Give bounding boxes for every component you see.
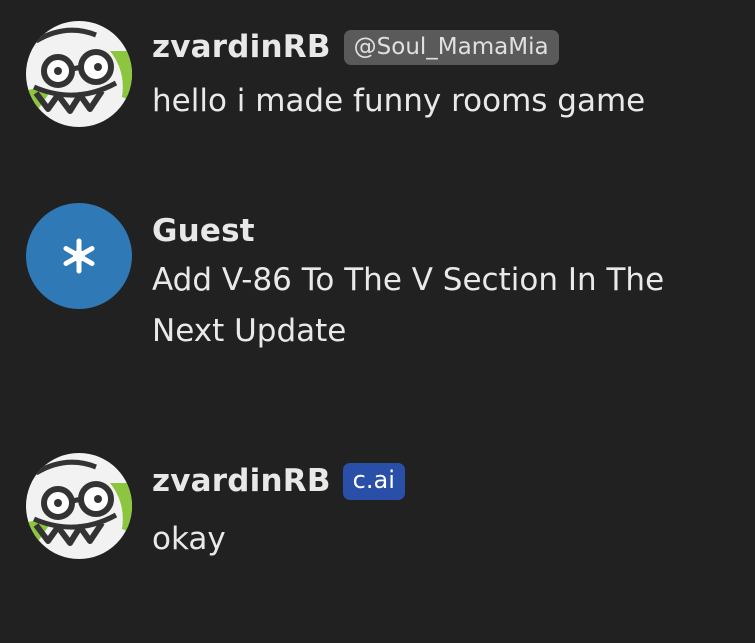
- chat-message: Guest Add V-86 To The V Section In The N…: [0, 180, 755, 430]
- author-name[interactable]: zvardinRB: [152, 29, 331, 65]
- goggle-monster-icon: [26, 453, 132, 559]
- goggle-monster-icon: [26, 21, 132, 127]
- chat-message: zvardinRB @Soul_MamaMia hello i made fun…: [0, 0, 755, 180]
- character-avatar[interactable]: [26, 453, 132, 559]
- message-header: zvardinRB @Soul_MamaMia: [152, 24, 559, 70]
- message-header: zvardinRB c.ai: [152, 458, 405, 504]
- chat-thread: zvardinRB @Soul_MamaMia hello i made fun…: [0, 0, 755, 643]
- chat-message: zvardinRB c.ai okay: [0, 430, 755, 643]
- author-name[interactable]: Guest: [152, 213, 255, 249]
- message-header: Guest: [152, 209, 255, 253]
- creator-handle-badge[interactable]: @Soul_MamaMia: [343, 29, 559, 65]
- character-avatar[interactable]: [26, 21, 132, 127]
- asterisk-icon: [63, 238, 95, 274]
- author-name[interactable]: zvardinRB: [152, 463, 331, 499]
- message-text: hello i made funny rooms game: [152, 83, 646, 119]
- guest-avatar[interactable]: [26, 203, 132, 309]
- message-text: okay: [152, 521, 226, 557]
- cai-badge: c.ai: [342, 462, 405, 500]
- message-text: Add V-86 To The V Section In The Next Up…: [152, 262, 665, 349]
